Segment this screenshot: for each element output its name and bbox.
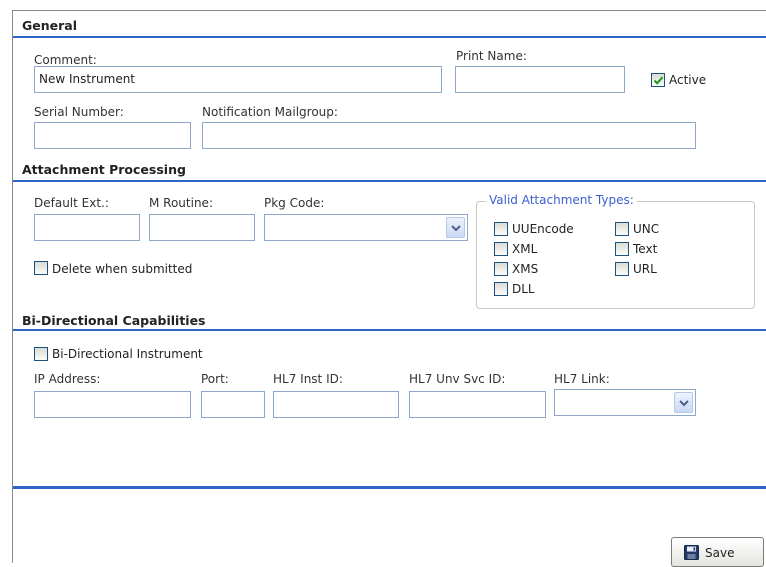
pkg-code-select[interactable] <box>264 214 468 241</box>
xms-checkbox[interactable] <box>494 262 508 276</box>
xml-checkbox[interactable] <box>494 242 508 256</box>
dll-checkbox[interactable] <box>494 282 508 296</box>
comment-label: Comment: <box>34 53 97 67</box>
bidirectional-instrument-label: Bi-Directional Instrument <box>52 347 203 361</box>
hl7-unv-svc-id-label: HL7 Unv Svc ID: <box>409 372 506 386</box>
text-label: Text <box>633 242 658 256</box>
m-routine-label: M Routine: <box>149 196 213 210</box>
bidirectional-instrument-checkbox[interactable] <box>34 347 48 361</box>
delete-when-submitted-checkbox[interactable] <box>34 261 48 275</box>
section-title-general: General <box>22 18 77 33</box>
uuencode-checkbox[interactable] <box>494 222 508 236</box>
section-title-attachment: Attachment Processing <box>22 162 186 177</box>
dropdown-button[interactable] <box>674 392 693 413</box>
print-name-label: Print Name: <box>456 49 527 63</box>
default-ext-field[interactable] <box>34 214 140 241</box>
hl7-inst-id-label: HL7 Inst ID: <box>273 372 343 386</box>
url-label: URL <box>633 262 657 276</box>
unc-checkbox[interactable] <box>615 222 629 236</box>
comment-field[interactable]: New Instrument <box>34 66 442 93</box>
text-checkbox[interactable] <box>615 242 629 256</box>
section-divider <box>13 180 766 182</box>
chevron-down-icon <box>451 225 461 232</box>
serial-number-label: Serial Number: <box>34 105 124 119</box>
mailgroup-select[interactable] <box>202 122 696 149</box>
default-ext-label: Default Ext.: <box>34 196 109 210</box>
active-label: Active <box>669 73 707 87</box>
port-label: Port: <box>201 372 229 386</box>
section-divider <box>13 36 766 38</box>
ip-address-label: IP Address: <box>34 372 101 386</box>
url-checkbox[interactable] <box>615 262 629 276</box>
save-button[interactable]: Save <box>671 537 764 567</box>
uuencode-label: UUEncode <box>512 222 574 236</box>
pkg-code-label: Pkg Code: <box>264 196 325 210</box>
valid-attachment-types-legend: Valid Attachment Types: <box>486 193 637 207</box>
section-title-bidirectional: Bi-Directional Capabilities <box>22 313 206 328</box>
dll-label: DLL <box>512 282 535 296</box>
active-checkbox[interactable] <box>651 73 665 87</box>
print-name-field[interactable] <box>455 66 625 93</box>
footer-divider <box>13 486 766 489</box>
unc-label: UNC <box>633 222 660 236</box>
checkmark-icon <box>653 76 664 85</box>
xml-label: XML <box>512 242 538 256</box>
mailgroup-label: Notification Mailgroup: <box>202 105 338 119</box>
hl7-link-label: HL7 Link: <box>554 372 610 386</box>
save-button-label: Save <box>705 546 735 560</box>
port-field[interactable] <box>201 391 265 418</box>
serial-number-field[interactable] <box>34 122 191 149</box>
floppy-disk-icon <box>684 545 699 560</box>
hl7-unv-svc-id-field[interactable] <box>409 391 546 418</box>
chevron-down-icon <box>679 400 689 407</box>
m-routine-field[interactable] <box>149 214 255 241</box>
dropdown-button[interactable] <box>446 217 465 238</box>
ip-address-field[interactable] <box>34 391 191 418</box>
delete-when-submitted-label: Delete when submitted <box>52 262 193 276</box>
section-divider <box>13 329 766 331</box>
xms-label: XMS <box>512 262 539 276</box>
hl7-link-select[interactable] <box>554 389 696 416</box>
hl7-inst-id-field[interactable] <box>273 391 399 418</box>
